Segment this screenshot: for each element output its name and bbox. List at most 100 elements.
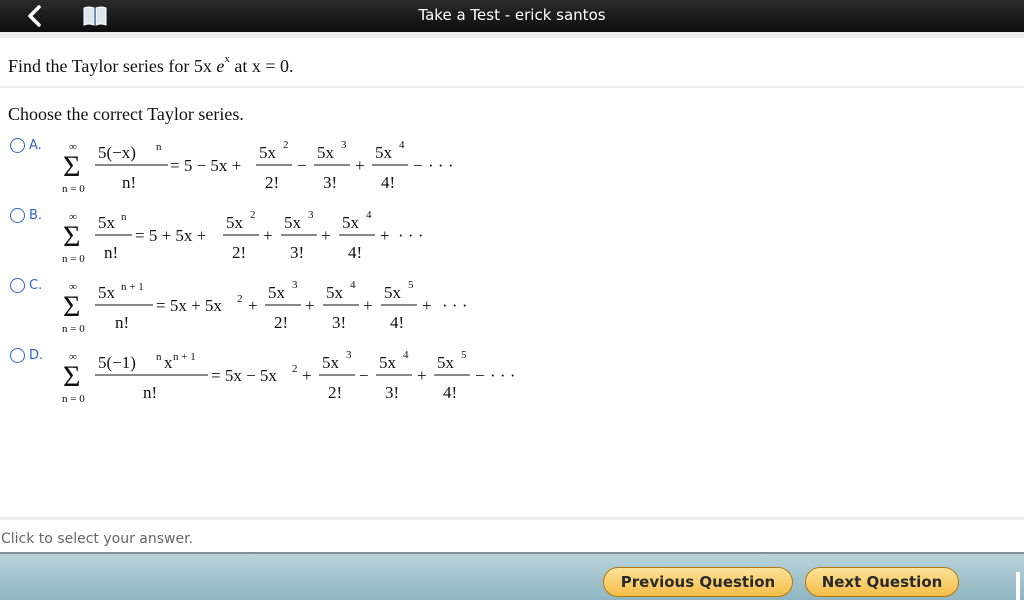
answer-option-a[interactable]: A. ∞ Σ n = 0 5(−x) n n! = 5 − 5x + 5x 2 … xyxy=(0,138,1024,204)
term-exponent: 3 xyxy=(292,279,298,291)
page-title: Take a Test - erick santos xyxy=(418,6,606,24)
sigma-icon: Σ xyxy=(63,220,80,253)
summand-numerator-exp: n xyxy=(156,141,162,153)
term-operator: + xyxy=(380,226,390,245)
summand-numerator-x-exp: n + 1 xyxy=(173,351,196,363)
summand-numerator: 5(−1) xyxy=(98,353,136,372)
term-operator: + xyxy=(363,296,373,315)
sum-lower: n = 0 xyxy=(62,183,85,195)
term-numerator: 5x xyxy=(322,353,340,372)
term-denominator: 4! xyxy=(443,383,457,402)
term-exponent: 5 xyxy=(461,349,467,361)
next-question-button[interactable]: Next Question xyxy=(805,567,959,597)
term-exponent: 5 xyxy=(408,279,414,291)
term-numerator: 5x xyxy=(384,283,402,302)
term-numerator: 5x xyxy=(284,213,302,232)
question-prefix: Find the Taylor series for 5x xyxy=(8,56,212,76)
term-denominator: 2! xyxy=(232,243,246,262)
term-operator: + xyxy=(321,226,331,245)
sum-lower: n = 0 xyxy=(62,253,85,265)
term-exponent: 3 xyxy=(308,209,314,221)
answer-prompt: Choose the correct Taylor series. xyxy=(8,104,244,124)
term-denominator: 2! xyxy=(328,383,342,402)
series-expression: ∞ Σ n = 0 5(−x) n n! = 5 − 5x + 5x 2 2! … xyxy=(62,139,453,195)
summand-numerator-x: x xyxy=(164,353,173,372)
term-operator: − xyxy=(297,156,307,175)
term-operator: + xyxy=(417,366,427,385)
answer-option-c[interactable]: C. ∞ Σ n = 0 5x n + 1 n! = 5x + 5x 2 + 5… xyxy=(0,278,1024,344)
summand-numerator: 5(−x) xyxy=(98,143,136,162)
equals-expression: = 5x − 5x xyxy=(211,366,277,385)
term-exponent: 4 xyxy=(366,209,372,221)
summand-denominator: n! xyxy=(115,313,129,332)
answer-option-d[interactable]: D. ∞ Σ n = 0 5(−1) n x n + 1 n! = 5x − 5… xyxy=(0,348,1024,414)
term-denominator: 3! xyxy=(323,173,337,192)
question-suffix: at x = 0. xyxy=(234,56,294,76)
term-exponent: 2 xyxy=(250,209,256,221)
series-expression: ∞ Σ n = 0 5x n n! = 5 + 5x + 5x 2 2! + 5… xyxy=(62,209,423,265)
previous-question-button[interactable]: Previous Question xyxy=(603,567,793,597)
summand-numerator-exp: n xyxy=(156,351,162,363)
term-exponent: 3 xyxy=(346,349,352,361)
header-divider xyxy=(0,32,1024,38)
term-numerator: 5x xyxy=(268,283,286,302)
term-numerator: 5x xyxy=(437,353,455,372)
sigma-icon: Σ xyxy=(63,360,80,393)
term-numerator: 5x xyxy=(317,143,335,162)
equals-expression: = 5x + 5x xyxy=(156,296,222,315)
ellipsis: · · · xyxy=(428,156,453,175)
equals-exponent: 2 xyxy=(237,293,243,305)
term-exponent: 4 xyxy=(399,139,405,151)
term-numerator: 5x xyxy=(379,353,397,372)
ellipsis: · · · xyxy=(398,226,423,245)
term-exponent: 4 xyxy=(350,279,356,291)
equals-expression: = 5 + 5x + xyxy=(135,226,206,245)
instruction-text: Click to select your answer. xyxy=(1,531,194,547)
term-exponent: 4 xyxy=(403,349,409,361)
term-numerator: 5x xyxy=(375,143,393,162)
term-numerator: 5x xyxy=(226,213,244,232)
term-operator: + xyxy=(355,156,365,175)
equals-exponent: 2 xyxy=(292,363,298,375)
term-denominator: 2! xyxy=(274,313,288,332)
question-divider xyxy=(0,86,1024,88)
answer-option-b[interactable]: B. ∞ Σ n = 0 5x n n! = 5 + 5x + 5x 2 2! … xyxy=(0,208,1024,274)
term-denominator: 3! xyxy=(332,313,346,332)
summand-numerator-exp: n + 1 xyxy=(121,281,144,293)
question-text: Find the Taylor series for 5x ex at x = … xyxy=(8,53,294,77)
sum-lower: n = 0 xyxy=(62,393,85,405)
sum-lower: n = 0 xyxy=(62,323,85,335)
term-numerator: 5x xyxy=(342,213,360,232)
sigma-icon: Σ xyxy=(63,290,80,323)
term-denominator: 3! xyxy=(385,383,399,402)
equals-operator: + xyxy=(248,296,258,315)
ellipsis: · · · xyxy=(442,296,467,315)
term-operator: + xyxy=(263,226,273,245)
term-denominator: 2! xyxy=(265,173,279,192)
term-denominator: 4! xyxy=(348,243,362,262)
series-expression: ∞ Σ n = 0 5x n + 1 n! = 5x + 5x 2 + 5x 3… xyxy=(62,279,467,335)
ellipsis: · · · xyxy=(490,366,515,385)
term-operator: − xyxy=(413,156,423,175)
term-denominator: 4! xyxy=(381,173,395,192)
term-numerator: 5x xyxy=(326,283,344,302)
series-expression: ∞ Σ n = 0 5(−1) n x n + 1 n! = 5x − 5x 2… xyxy=(62,349,515,405)
summand-denominator: n! xyxy=(104,243,118,262)
summand-numerator: 5x xyxy=(98,213,116,232)
term-operator: − xyxy=(475,366,485,385)
sigma-icon: Σ xyxy=(63,150,80,183)
term-numerator: 5x xyxy=(259,143,277,162)
term-exponent: 2 xyxy=(283,139,289,151)
term-operator: + xyxy=(305,296,315,315)
term-denominator: 4! xyxy=(390,313,404,332)
term-operator: − xyxy=(359,366,369,385)
term-exponent: 3 xyxy=(341,139,347,151)
summand-numerator-exp: n xyxy=(121,211,127,223)
equals-operator: + xyxy=(302,366,312,385)
term-operator: + xyxy=(422,296,432,315)
question-exponent: x xyxy=(224,53,230,65)
term-denominator: 3! xyxy=(290,243,304,262)
scroll-edge xyxy=(1016,572,1020,600)
summand-numerator: 5x xyxy=(98,283,116,302)
summand-denominator: n! xyxy=(143,383,157,402)
